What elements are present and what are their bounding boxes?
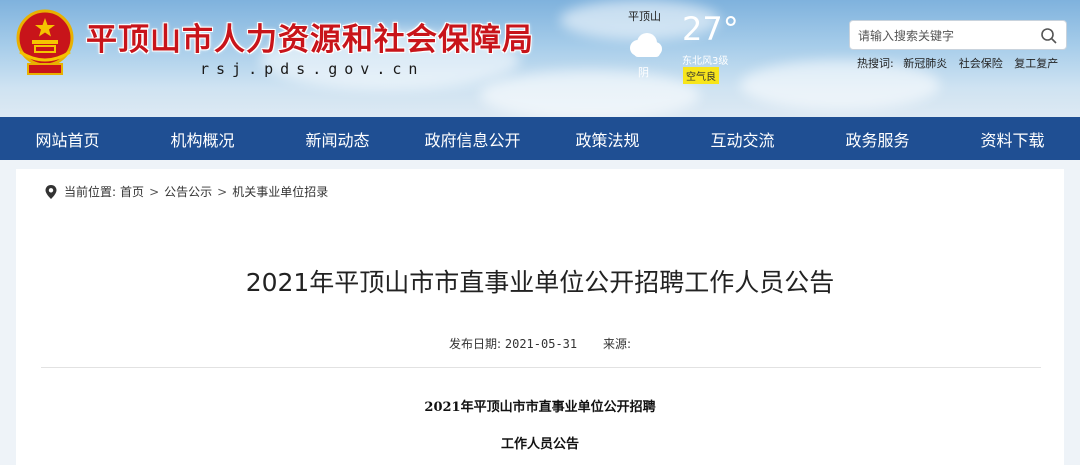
- hot-keyword[interactable]: 新冠肺炎: [903, 57, 947, 70]
- publish-date-label: 发布日期:: [449, 337, 502, 351]
- site-title[interactable]: 平顶山市人力资源和社会保障局: [86, 14, 534, 59]
- article-title: 2021年平顶山市市直事业单位公开招聘工作人员公告: [245, 268, 835, 297]
- weather-widget: 平顶山 阴 27° 东北风3级 空气良: [620, 6, 750, 86]
- nav-item-services[interactable]: 政务服务: [810, 117, 945, 160]
- breadcrumb-separator: >: [217, 184, 228, 199]
- weather-city: 平顶山: [628, 10, 661, 23]
- article-meta: 发布日期: 2021-05-31 来源:: [16, 335, 1064, 352]
- main-nav: 网站首页 机构概况 新闻动态 政府信息公开 政策法规 互动交流 政务服务 资料下…: [0, 117, 1080, 160]
- article-container: 当前位置: 首页 > 公告公示 > 机关事业单位招录 2021年平顶山市市直事业…: [16, 169, 1064, 465]
- breadcrumb: 当前位置: 首页 > 公告公示 > 机关事业单位招录: [44, 183, 328, 200]
- source-label: 来源:: [602, 337, 631, 351]
- article-body-subheading: 工作人员公告: [500, 437, 579, 452]
- breadcrumb-separator: >: [149, 184, 160, 199]
- publish-date: 2021-05-31: [504, 337, 578, 351]
- nav-item-interaction[interactable]: 互动交流: [675, 117, 810, 160]
- hot-keyword[interactable]: 复工复产: [1014, 57, 1058, 70]
- air-quality-badge: 空气良: [683, 67, 719, 84]
- hot-keyword[interactable]: 社会保险: [959, 57, 1003, 70]
- breadcrumb-announcements[interactable]: 公告公示: [164, 183, 212, 200]
- weather-wind: 东北风3级: [682, 56, 729, 67]
- article-body-heading: 2021年平顶山市市直事业单位公开招聘: [424, 400, 656, 415]
- nav-item-news[interactable]: 新闻动态: [270, 117, 405, 160]
- site-domain: rsj.pds.gov.cn: [200, 60, 425, 78]
- hot-search: 热搜词: 新冠肺炎 社会保险 复工复产: [857, 55, 1066, 71]
- site-header: 平顶山市人力资源和社会保障局 rsj.pds.gov.cn 平顶山 阴 27° …: [0, 0, 1080, 117]
- nav-item-downloads[interactable]: 资料下载: [945, 117, 1080, 160]
- nav-item-organization[interactable]: 机构概况: [135, 117, 270, 160]
- search-input[interactable]: [858, 26, 1033, 46]
- breadcrumb-label: 当前位置:: [64, 185, 117, 199]
- weather-condition: 阴: [638, 66, 649, 79]
- cloudy-weather-icon: [630, 33, 662, 57]
- breadcrumb-recruitment[interactable]: 机关事业单位招录: [232, 183, 328, 200]
- national-emblem-icon[interactable]: [14, 8, 76, 78]
- hot-search-label: 热搜词:: [857, 57, 894, 70]
- breadcrumb-home[interactable]: 首页: [120, 183, 144, 200]
- search-box: [849, 20, 1067, 50]
- weather-temperature: 27°: [682, 10, 739, 48]
- location-pin-icon: [45, 184, 57, 199]
- search-icon[interactable]: [1040, 27, 1058, 45]
- divider: [41, 367, 1041, 368]
- nav-item-gov-info[interactable]: 政府信息公开: [405, 117, 540, 160]
- nav-item-home[interactable]: 网站首页: [0, 117, 135, 160]
- nav-item-policies[interactable]: 政策法规: [540, 117, 675, 160]
